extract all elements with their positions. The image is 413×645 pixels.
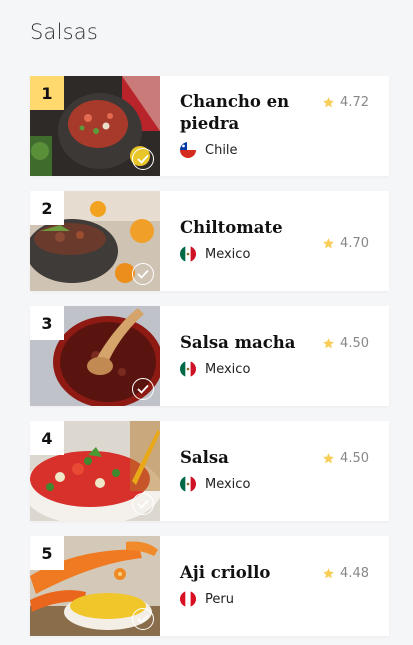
star-icon (323, 568, 334, 579)
rank-badge: 1 (30, 76, 64, 110)
dish-thumbnail[interactable]: 4 (30, 421, 160, 521)
mexico-flag-icon (180, 476, 196, 492)
check-icon[interactable] (132, 378, 154, 400)
rank-badge: 3 (30, 306, 64, 340)
country-name: Mexico (205, 476, 251, 492)
check-icon[interactable] (132, 263, 154, 285)
star-icon (323, 97, 334, 108)
rank-badge: 5 (30, 536, 64, 570)
country[interactable]: Mexico (180, 476, 250, 492)
rating-value: 4.70 (340, 236, 369, 251)
list-item[interactable]: 2 Chiltomate Mexico 4.70 (30, 191, 389, 291)
check-icon[interactable] (132, 493, 154, 515)
mexico-flag-icon (180, 361, 196, 377)
country[interactable]: Mexico (180, 246, 250, 262)
item-info: Chancho en piedra Chile 4.72 (180, 76, 389, 176)
dish-name[interactable]: Salsa (180, 447, 320, 469)
peru-flag-icon (180, 591, 196, 607)
item-info: Aji criollo Peru 4.48 (180, 536, 389, 636)
rating-value: 4.50 (340, 451, 369, 466)
page-title: Salsas (30, 20, 98, 44)
rank-badge: 4 (30, 421, 64, 455)
dish-thumbnail[interactable]: 2 (30, 191, 160, 291)
rating-value: 4.50 (340, 336, 369, 351)
check-icon[interactable] (132, 148, 154, 170)
check-icon[interactable] (132, 608, 154, 630)
country[interactable]: Peru (180, 591, 234, 607)
item-info: Salsa Mexico 4.50 (180, 421, 389, 521)
chile-flag-icon (180, 142, 196, 158)
list-item[interactable]: 3 Salsa macha Mexico 4.50 (30, 306, 389, 406)
mexico-flag-icon (180, 246, 196, 262)
rating: 4.72 (322, 95, 369, 110)
dish-name[interactable]: Chancho en piedra (180, 91, 320, 135)
rating-value: 4.72 (340, 95, 369, 110)
list-item[interactable]: 1 Chancho en piedra Chile 4.72 (30, 76, 389, 176)
salsa-ranking-list: 1 Chancho en piedra Chile 4.72 2 Chiltom… (30, 76, 389, 636)
dish-thumbnail[interactable]: 3 (30, 306, 160, 406)
dish-name[interactable]: Aji criollo (180, 562, 320, 584)
rating: 4.70 (322, 236, 369, 251)
item-info: Salsa macha Mexico 4.50 (180, 306, 389, 406)
rating: 4.50 (322, 336, 369, 351)
dish-thumbnail[interactable]: 5 (30, 536, 160, 636)
rank-badge: 2 (30, 191, 64, 225)
country-name: Mexico (205, 246, 251, 262)
country[interactable]: Chile (180, 142, 238, 158)
star-icon (323, 453, 334, 464)
country[interactable]: Mexico (180, 361, 250, 377)
dish-thumbnail[interactable]: 1 (30, 76, 160, 176)
rating-value: 4.48 (340, 566, 369, 581)
rating: 4.50 (322, 451, 369, 466)
country-name: Mexico (205, 361, 251, 377)
item-info: Chiltomate Mexico 4.70 (180, 191, 389, 291)
list-item[interactable]: 5 Aji criollo Peru 4.48 (30, 536, 389, 636)
country-name: Peru (205, 591, 234, 607)
star-icon (323, 238, 334, 249)
dish-name[interactable]: Chiltomate (180, 217, 320, 239)
dish-name[interactable]: Salsa macha (180, 332, 320, 354)
country-name: Chile (205, 142, 238, 158)
rating: 4.48 (322, 566, 369, 581)
star-icon (323, 338, 334, 349)
list-item[interactable]: 4 Salsa Mexico 4.50 (30, 421, 389, 521)
